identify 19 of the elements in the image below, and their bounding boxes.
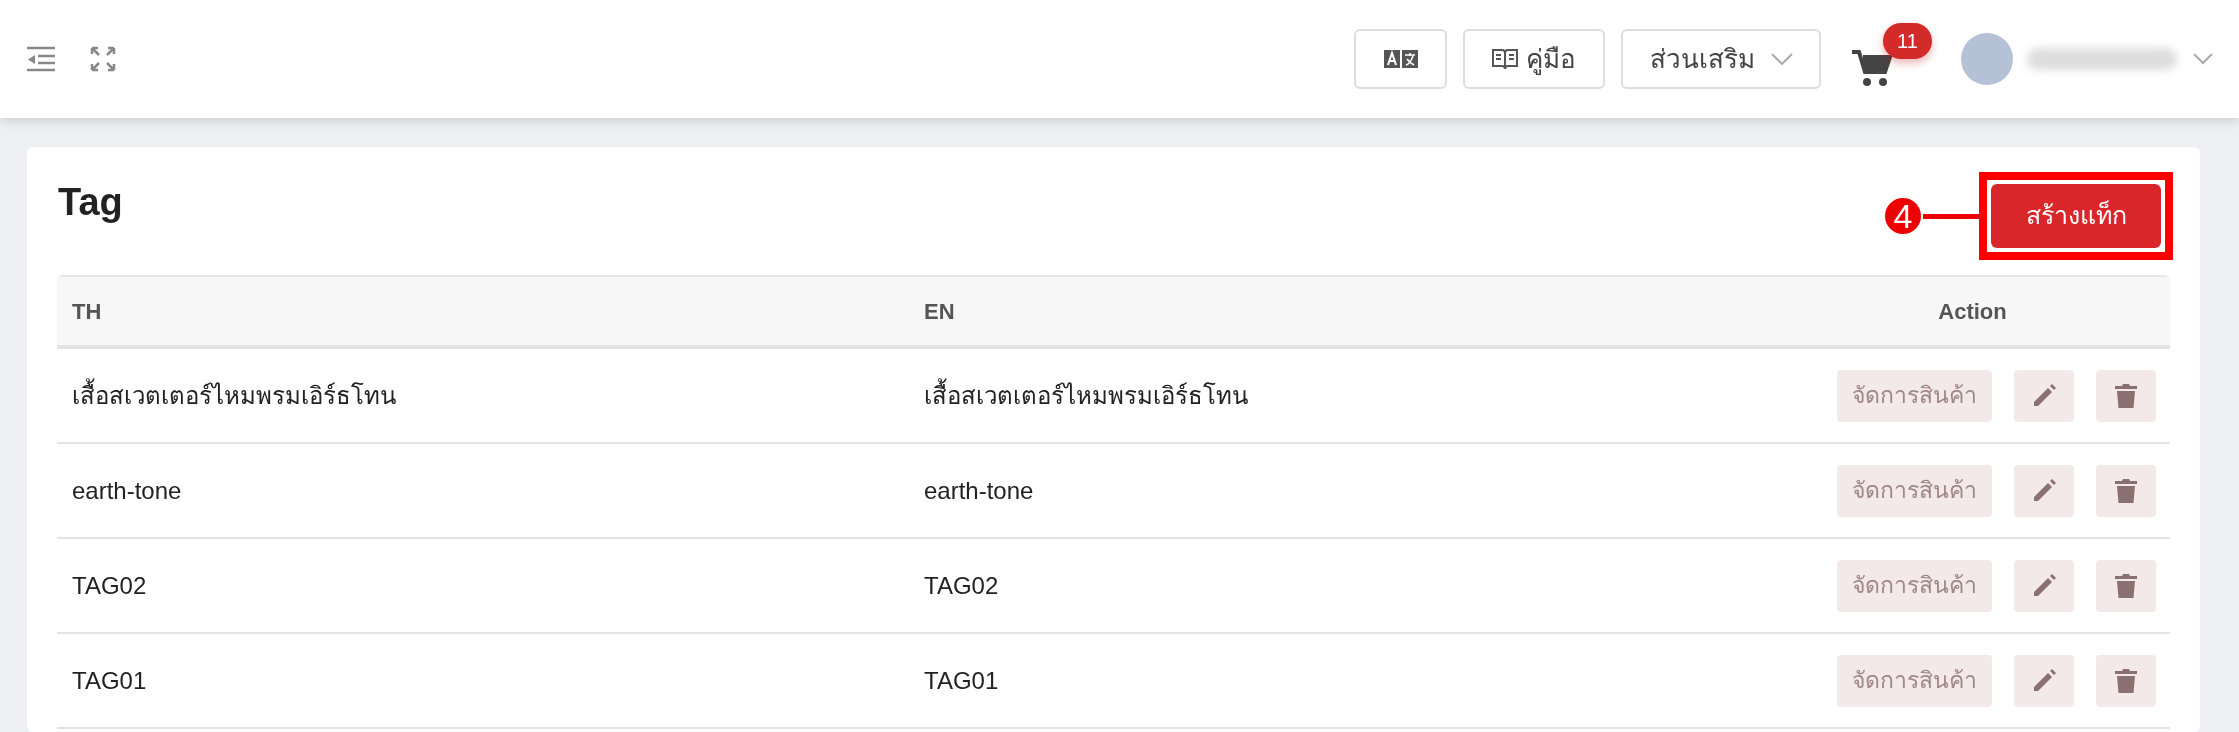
en-cell: earth-tone [924, 476, 1034, 504]
column-header: EN [924, 298, 955, 324]
manage-products-button[interactable]: จัดการสินค้า [1837, 369, 1992, 422]
step-number-marker: 4 [1883, 196, 1923, 236]
manage-products-button[interactable]: จัดการสินค้า [1837, 654, 1992, 707]
addons-dropdown[interactable]: ส่วนเสริม [1621, 29, 1821, 89]
manage-products-button[interactable]: จัดการสินค้า [1837, 559, 1992, 612]
th-cell: TAG02 [72, 571, 147, 599]
guide-button[interactable]: คู่มือ [1463, 29, 1605, 89]
th-cell: earth-tone [72, 476, 182, 504]
column-header: TH [72, 298, 102, 324]
manage-products-button[interactable]: จัดการสินค้า [1837, 464, 1992, 517]
page-title: Tag [58, 179, 123, 225]
column-header: Action [1938, 298, 2007, 324]
create-tag-button[interactable]: สร้างแท็ก [1991, 184, 2161, 248]
cart-count-badge: 11 [1883, 23, 1932, 59]
en-cell: TAG02 [924, 571, 999, 599]
en-cell: TAG01 [924, 666, 999, 694]
th-cell: TAG01 [72, 666, 147, 694]
